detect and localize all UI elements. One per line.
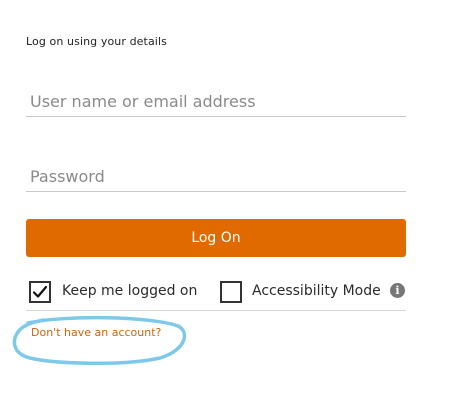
keep-logged-on-label[interactable]: Keep me logged on (62, 283, 197, 299)
login-options: Keep me logged on Accessibility Mode i (26, 278, 406, 311)
accessibility-mode-label[interactable]: Accessibility Mode (252, 283, 381, 299)
highlight-circle-annotation (12, 315, 187, 365)
login-form: Log on using your details Log On Keep me… (0, 0, 449, 397)
keep-logged-on-checkbox[interactable] (29, 281, 51, 303)
accessibility-mode-checkbox[interactable] (220, 281, 242, 303)
checkmark-icon (32, 285, 48, 298)
info-icon[interactable]: i (390, 283, 405, 298)
password-input[interactable] (26, 161, 406, 191)
login-heading: Log on using your details (26, 35, 167, 48)
log-on-button[interactable]: Log On (26, 219, 406, 257)
password-field-wrapper (26, 161, 406, 192)
username-field-wrapper (26, 86, 406, 117)
username-input[interactable] (26, 86, 406, 116)
